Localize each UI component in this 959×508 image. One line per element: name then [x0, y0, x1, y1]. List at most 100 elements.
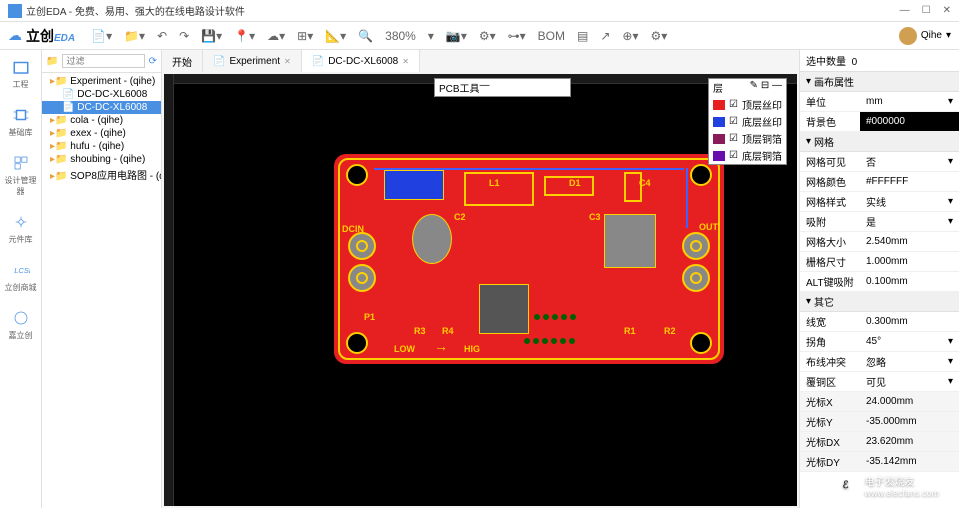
tree-folder[interactable]: ▸📁 cola - (qihe) [42, 114, 161, 127]
cursor-y: -35.000mm [860, 412, 959, 431]
route-width-input[interactable]: 0.300mm [860, 312, 959, 331]
tree-folder[interactable]: ▸📁 hufu - (qihe) [42, 140, 161, 153]
snap-size-input[interactable]: 1.000mm [860, 252, 959, 271]
grid-visible-select[interactable]: 否▾ [860, 152, 959, 171]
cloud-tool-icon[interactable]: ☁▾ [267, 29, 285, 43]
chip-icon[interactable]: ▤ [577, 29, 588, 43]
pcb-canvas[interactable]: PCB工具 — 层✎ ⊟ — ☑顶层丝印 ☑底层丝印 ☑顶层铜箔 ☑底层铜箔 [164, 74, 797, 506]
layers-header: 层✎ ⊟ — [709, 79, 786, 96]
folder-menu-icon[interactable]: 📁▾ [124, 29, 145, 43]
copper-zone-select[interactable]: 可见▾ [860, 372, 959, 391]
user-area[interactable]: Qihe ▾ [899, 27, 951, 45]
layer-row[interactable]: ☑顶层丝印 [709, 96, 786, 113]
tab-start[interactable]: 开始 [162, 50, 203, 72]
properties-panel: 选中数量 0 ▾画布属性 单位mm▾ 背景色#000000 ▾网格 网格可见否▾… [799, 50, 959, 508]
rail-design-mgr[interactable]: 设计管理器 [3, 150, 39, 201]
route-conflict-select[interactable]: 忽略▾ [860, 352, 959, 371]
section-other[interactable]: ▾其它 [800, 292, 959, 312]
window-titlebar: 立创EDA - 免费、易用、强大的在线电路设计软件 — ☐ ✕ [0, 0, 959, 22]
filter-input[interactable] [62, 54, 144, 68]
section-canvas[interactable]: ▾画布属性 [800, 72, 959, 92]
tree-folder[interactable]: ▸📁 shoubing - (qihe) [42, 153, 161, 166]
layers-panel[interactable]: 层✎ ⊟ — ☑顶层丝印 ☑底层丝印 ☑顶层铜箔 ☑底层铜箔 [708, 78, 787, 165]
editor-tabs: 开始 📄Experiment✕ 📄DC-DC-XL6008✕ [162, 50, 799, 72]
route-angle-select[interactable]: 45°▾ [860, 332, 959, 351]
project-tree: ▸📁 Experiment - (qihe) 📄 DC-DC-XL6008 📄 … [42, 73, 161, 185]
app-logo[interactable]: ☁ 立创EDA [8, 26, 75, 46]
pcb-toolbar[interactable]: PCB工具 — [434, 78, 571, 97]
editor-area: 开始 📄Experiment✕ 📄DC-DC-XL6008✕ PCB工具 — 层… [162, 50, 799, 508]
tree-folder[interactable]: ▸📁 Experiment - (qihe) [42, 75, 161, 88]
grid-color-input[interactable]: #FFFFFF [860, 172, 959, 191]
watermark: ℰ 电子发烧友 www.elecfans.com [832, 472, 939, 498]
redo-icon[interactable]: ↷ [179, 29, 189, 43]
svg-text:LCSD: LCSD [14, 266, 30, 275]
rail-component-lib[interactable]: 元件库 [3, 209, 39, 249]
cursor-dx: 23.620mm [860, 432, 959, 451]
bom-button[interactable]: BOM [538, 29, 565, 43]
prop-label: 背景色 [800, 112, 860, 131]
cloud-icon: ☁ [8, 27, 22, 44]
grid-style-select[interactable]: 实线▾ [860, 192, 959, 211]
slider-icon[interactable]: ⊶▾ [508, 29, 526, 43]
undo-icon[interactable]: ↶ [157, 29, 167, 43]
zoom-value[interactable]: 380% [385, 29, 416, 43]
top-toolbar: ☁ 立创EDA 📄▾ 📁▾ ↶ ↷ 💾▾ 📍▾ ☁▾ ⊞▾ 📐▾ 🔍 380%▾… [0, 22, 959, 50]
settings-icon[interactable]: ⚙▾ [651, 29, 668, 43]
tab-experiment[interactable]: 📄Experiment✕ [203, 50, 302, 72]
maximize-button[interactable]: ☐ [922, 5, 931, 16]
prop-label: 单位 [800, 92, 860, 111]
unit-select[interactable]: mm▾ [860, 92, 959, 111]
minimize-button[interactable]: — [900, 5, 910, 16]
close-icon[interactable]: ✕ [284, 57, 291, 66]
toolbar-icons: 📄▾ 📁▾ ↶ ↷ 💾▾ 📍▾ ☁▾ ⊞▾ 📐▾ 🔍 380%▾ 📷▾ ⚙▾ ⊶… [91, 29, 667, 43]
layer-row[interactable]: ☑顶层铜箔 [709, 130, 786, 147]
ruler-vertical [164, 74, 174, 506]
project-panel: 📁 ⟳ ▸📁 Experiment - (qihe) 📄 DC-DC-XL600… [42, 50, 162, 508]
pcb-board[interactable]: L1 D1 C4 DCIN C2 C3 OUT P1 R3 R4 U1 R1 R… [334, 154, 724, 364]
left-rail: 工程 基础库 设计管理器 元件库 LCSD立创商城 嘉立创 [0, 50, 42, 508]
new-folder-icon[interactable]: 📁 [46, 56, 58, 67]
snap-select[interactable]: 是▾ [860, 212, 959, 231]
selection-count: 选中数量 0 [800, 50, 959, 72]
close-icon[interactable]: ✕ [402, 57, 409, 66]
tree-doc-active[interactable]: 📄 DC-DC-XL6008 [42, 101, 161, 114]
window-title: 立创EDA - 免费、易用、强大的在线电路设计软件 [26, 3, 245, 18]
rail-lc-mall[interactable]: LCSD立创商城 [3, 257, 39, 297]
alt-snap-input[interactable]: 0.100mm [860, 272, 959, 291]
main-area: 工程 基础库 设计管理器 元件库 LCSD立创商城 嘉立创 📁 ⟳ ▸📁 Exp… [0, 50, 959, 508]
search-tool-icon[interactable]: 🔍 [358, 29, 373, 43]
tool-icon[interactable]: ⊕▾ [622, 29, 638, 43]
app-icon [8, 4, 22, 18]
layer-row[interactable]: ☑底层铜箔 [709, 147, 786, 164]
bgcolor-input[interactable]: #000000 [860, 112, 959, 131]
close-button[interactable]: ✕ [943, 5, 951, 16]
user-avatar-icon [899, 27, 917, 45]
share-icon[interactable]: ↗ [600, 29, 610, 43]
ruler-tool-icon[interactable]: 📐▾ [325, 29, 346, 43]
pin-icon[interactable]: 📍▾ [234, 29, 255, 43]
cursor-dy: -35.142mm [860, 452, 959, 471]
tree-folder[interactable]: ▸📁 SOP8应用电路图 - (qihe) [42, 166, 161, 183]
rail-basic-lib[interactable]: 基础库 [3, 102, 39, 142]
tab-dcdc[interactable]: 📄DC-DC-XL6008✕ [302, 50, 420, 72]
tree-folder[interactable]: ▸📁 exex - (qihe) [42, 127, 161, 140]
refresh-icon[interactable]: ⟳ [149, 56, 157, 67]
layer-row[interactable]: ☑底层丝印 [709, 113, 786, 130]
watermark-brand: 电子发烧友 [864, 473, 939, 488]
file-menu-icon[interactable]: 📄▾ [91, 29, 112, 43]
tree-doc[interactable]: 📄 DC-DC-XL6008 [42, 88, 161, 101]
rail-jlc[interactable]: 嘉立创 [3, 305, 39, 345]
rail-project[interactable]: 工程 [3, 54, 39, 94]
watermark-url: www.elecfans.com [864, 488, 939, 498]
cursor-x: 24.000mm [860, 392, 959, 411]
grid-tool-icon[interactable]: ⊞▾ [297, 29, 313, 43]
user-name: Qihe [921, 30, 942, 41]
section-grid[interactable]: ▾网格 [800, 132, 959, 152]
save-icon[interactable]: 💾▾ [201, 29, 222, 43]
camera-icon[interactable]: 📷▾ [446, 29, 467, 43]
grid-size-input[interactable]: 2.540mm [860, 232, 959, 251]
watermark-icon: ℰ [832, 472, 858, 498]
user-dropdown-icon: ▾ [946, 30, 951, 41]
adjust-icon[interactable]: ⚙▾ [479, 29, 496, 43]
